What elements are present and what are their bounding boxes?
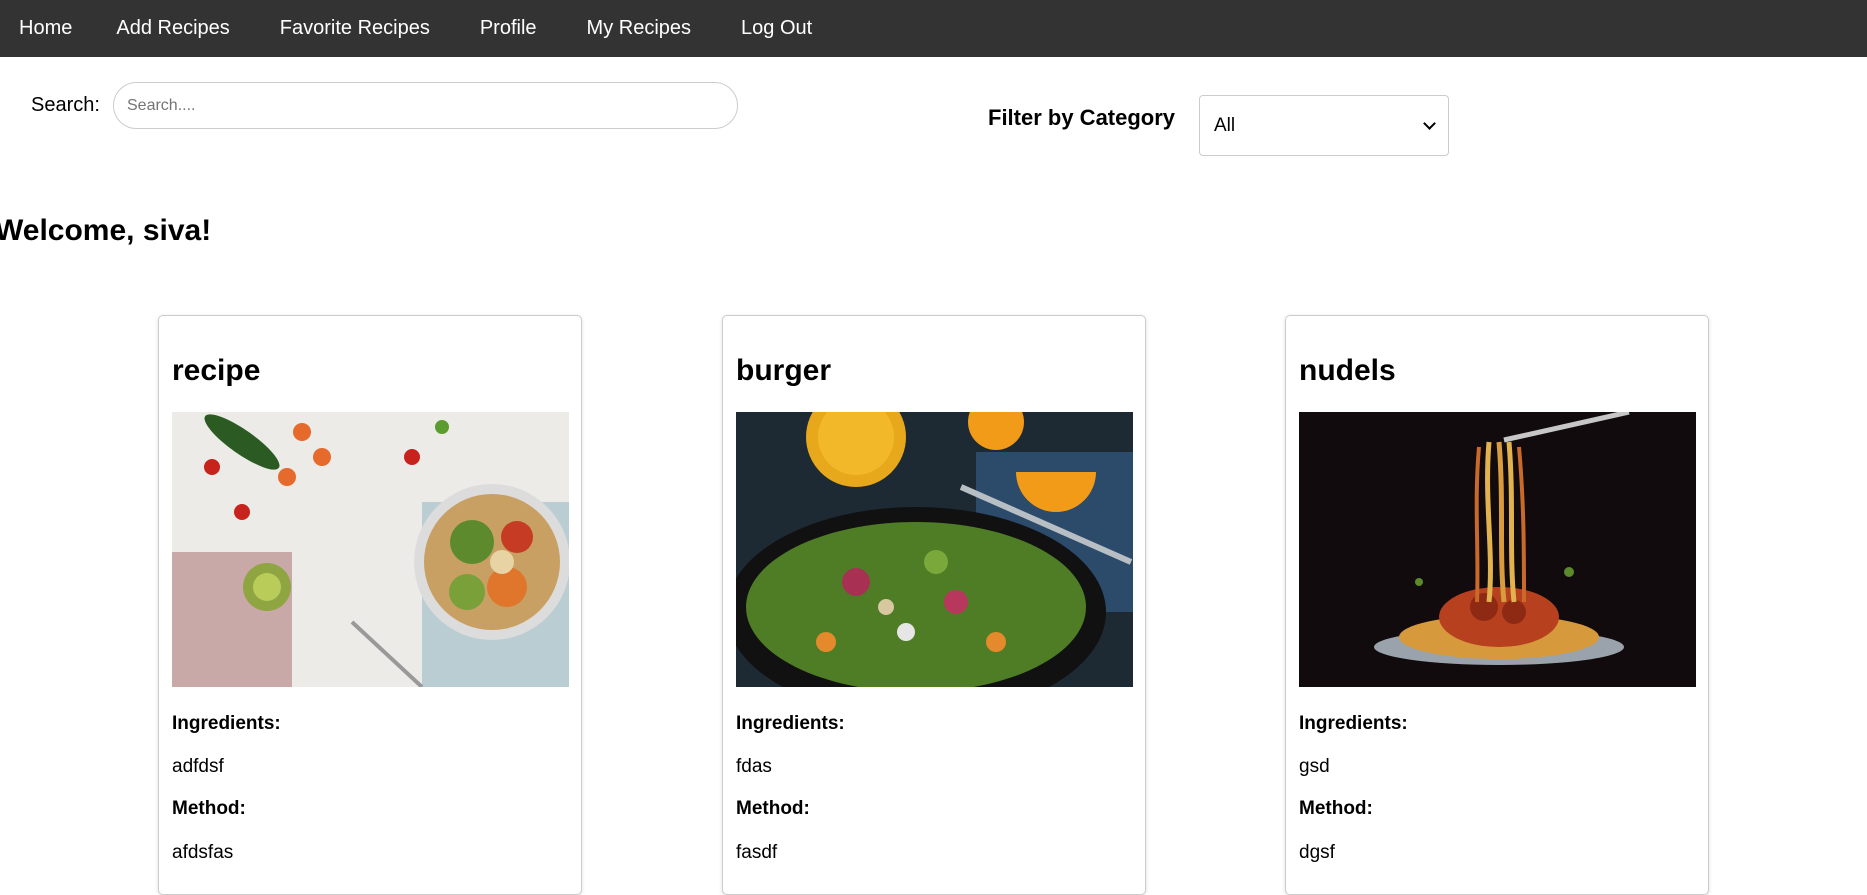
method-label: Method:	[172, 798, 246, 819]
recipe-card[interactable]: burger Ingredients: fdas Method: fasdf	[722, 315, 1146, 895]
category-select-value: All	[1214, 114, 1236, 136]
recipe-title: nudels	[1299, 354, 1396, 387]
nav-favorite-recipes-link[interactable]: Favorite Recipes	[255, 0, 455, 57]
top-navbar: Home Add Recipes Favorite Recipes Profil…	[0, 0, 1867, 57]
category-select[interactable]: All	[1199, 95, 1449, 156]
recipe-card[interactable]: nudels Ingredients: gsd Method: dgsf	[1285, 315, 1709, 895]
search-input[interactable]	[113, 82, 738, 129]
chevron-down-icon	[1423, 117, 1436, 130]
recipe-card[interactable]: recipe Ingredients: adfdsf Method: afdsf…	[158, 315, 582, 895]
recipe-title: burger	[736, 354, 832, 387]
nav-logout-link[interactable]: Log Out	[716, 0, 837, 57]
nav-profile-link[interactable]: Profile	[455, 0, 562, 57]
ingredients-label: Ingredients:	[1299, 713, 1408, 734]
method-text: afdsfas	[172, 842, 234, 863]
ingredients-text: adfdsf	[172, 756, 224, 777]
ingredients-label: Ingredients:	[172, 713, 281, 734]
ingredients-label: Ingredients:	[736, 713, 845, 734]
ingredients-text: fdas	[736, 756, 772, 777]
method-text: dgsf	[1299, 842, 1335, 863]
nav-my-recipes-link[interactable]: My Recipes	[562, 0, 716, 57]
filter-category-label: Filter by Category	[988, 105, 1176, 130]
spaghetti-image	[1299, 412, 1696, 687]
search-label: Search:	[31, 94, 100, 116]
salad-bowl-image	[172, 412, 569, 687]
nav-home-link[interactable]: Home	[0, 0, 91, 57]
welcome-heading: Welcome, siva!	[0, 214, 212, 247]
method-label: Method:	[1299, 798, 1373, 819]
method-text: fasdf	[736, 842, 778, 863]
nav-add-recipes-link[interactable]: Add Recipes	[91, 0, 254, 57]
ingredients-text: gsd	[1299, 756, 1330, 777]
recipe-title: recipe	[172, 354, 261, 387]
method-label: Method:	[736, 798, 810, 819]
salad-plate-image	[736, 412, 1133, 687]
